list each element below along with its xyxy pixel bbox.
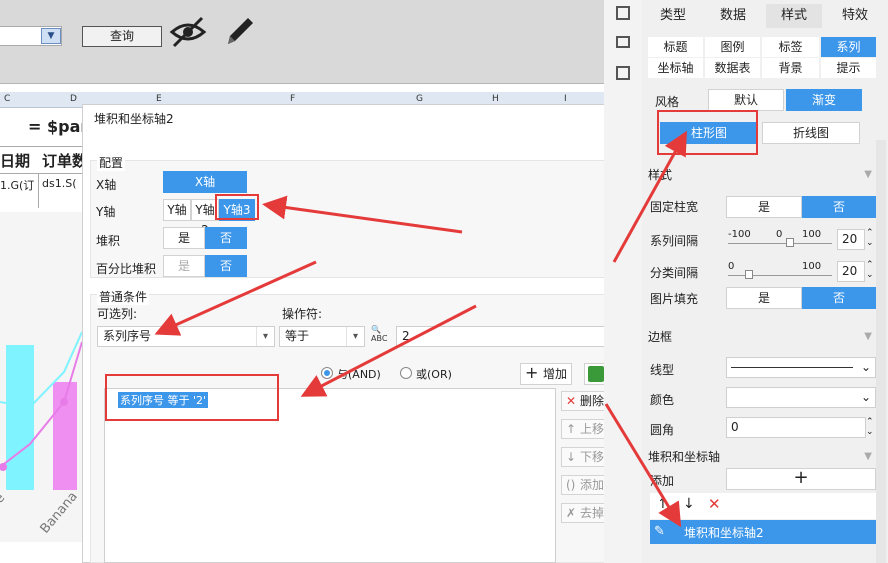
annotation-arrows	[154, 130, 687, 528]
